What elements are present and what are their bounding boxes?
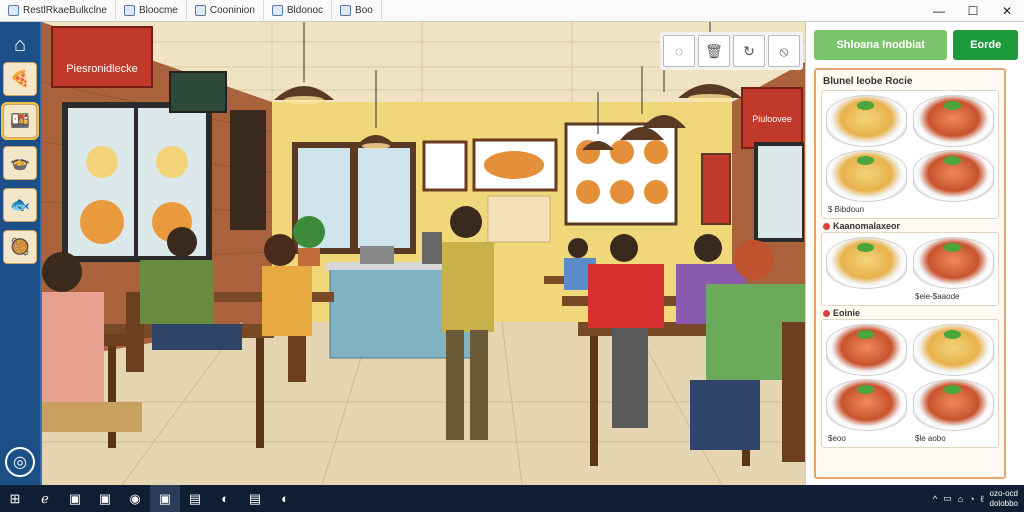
app-icon[interactable]: ▣: [60, 485, 90, 512]
restaurant-sign: Piesronidlecke: [66, 63, 138, 75]
tab-label: RestlRkaeBulkclne: [23, 5, 107, 16]
tray-expand-icon[interactable]: ^: [933, 494, 937, 504]
dish-item[interactable]: [913, 379, 994, 431]
tab-2[interactable]: Bloocme: [116, 0, 187, 22]
tab-label: Bldonoc: [286, 5, 324, 16]
network-icon[interactable]: ⌂: [958, 494, 963, 504]
pointer-icon[interactable]: ◌: [663, 35, 695, 67]
bowl-icon[interactable]: 🍲: [3, 146, 37, 180]
dish-price: [828, 292, 907, 301]
dish-item[interactable]: [913, 237, 994, 289]
menu-panel: Shloana Inodbiat Eorde Blunel leobe Roci…: [805, 22, 1024, 485]
close-button[interactable]: ✕: [990, 0, 1024, 22]
dish-item[interactable]: [826, 150, 907, 202]
document-icon: [123, 5, 135, 16]
rotate-icon[interactable]: ↻: [733, 35, 765, 67]
bullet-icon: [823, 222, 830, 230]
maximize-button[interactable]: ☐: [956, 0, 990, 22]
start-icon[interactable]: ⊞: [0, 485, 30, 512]
menu-section-2: $eie-$aaode: [821, 232, 999, 306]
tab-4[interactable]: Bldonoc: [264, 0, 333, 22]
volume-icon[interactable]: ◔: [969, 494, 974, 504]
meal-icon[interactable]: 🍱: [1, 102, 39, 140]
document-icon: [340, 5, 352, 16]
tab-3[interactable]: Cooninion: [187, 0, 264, 22]
order-button[interactable]: Eorde: [953, 30, 1018, 60]
menu-section-1: $ Bibdoun: [821, 90, 999, 219]
chrome-icon[interactable]: ◉: [120, 485, 150, 512]
document-icon: [8, 5, 19, 16]
dish-price: [915, 205, 994, 214]
browser-icon[interactable]: ◐: [210, 485, 240, 512]
clock[interactable]: ozo-ocd dolobbo: [990, 489, 1018, 509]
left-rail: ⌂ 🍕 🍱 🍲 🐟 🥘 ◎: [0, 22, 42, 485]
edge-icon[interactable]: ℯ: [30, 485, 60, 512]
tab-label: Bloocme: [138, 5, 178, 16]
app-icon[interactable]: ◐: [270, 485, 300, 512]
dish-item[interactable]: [826, 324, 907, 376]
app-icon[interactable]: ▣: [90, 485, 120, 512]
dish-price: $eie-$aaode: [915, 292, 960, 301]
tab-5[interactable]: Boo: [332, 0, 382, 22]
menu-title: Blunel leobe Rocie: [823, 76, 913, 87]
restaurant-illustration: Piesronidlecke Piuloovee: [42, 22, 805, 485]
right-sign: Piuloovee: [752, 114, 792, 124]
dish-item[interactable]: [913, 324, 994, 376]
scene-toolbar: ◌ 🗑 ↻ ⦸: [660, 32, 803, 70]
settings-icon[interactable]: ◎: [5, 447, 35, 477]
folder-icon[interactable]: ▤: [180, 485, 210, 512]
primary-action-button[interactable]: Shloana Inodbiat: [814, 30, 948, 60]
window-tab-bar: RestlRkaeBulkclne Bloocme Cooninion Bldo…: [0, 0, 1024, 22]
dish-item[interactable]: [826, 95, 907, 147]
document-icon: [271, 5, 283, 16]
panel-header: Shloana Inodbiat Eorde: [806, 22, 1024, 66]
tab-label: Boo: [355, 5, 373, 16]
menu-card: Blunel leobe Rocie $ Bibdoun Kaanomalaxe…: [814, 68, 1006, 479]
block-icon[interactable]: ⦸: [768, 35, 800, 67]
battery-icon[interactable]: ▭: [943, 493, 952, 504]
system-tray: ^ ▭ ⌂ ◔ ℓ ozo-ocd dolobbo: [933, 485, 1018, 512]
app-icon[interactable]: ▣: [150, 485, 180, 512]
pizza-icon[interactable]: 🍕: [3, 62, 37, 96]
dish-item[interactable]: [913, 150, 994, 202]
tab-label: Cooninion: [209, 5, 255, 16]
chef-icon[interactable]: 🐟: [3, 188, 37, 222]
dish-item[interactable]: [826, 379, 907, 431]
minimize-button[interactable]: —: [922, 0, 956, 22]
dish-item[interactable]: [913, 95, 994, 147]
bullet-icon: [823, 309, 830, 317]
section-title: Eoinie: [823, 308, 999, 318]
clock-date: dolobbo: [989, 498, 1018, 508]
section-title: Kaanomalaxeor: [823, 221, 999, 231]
language-icon[interactable]: ℓ: [981, 494, 984, 504]
menu-section-3: $eoo $le aobo: [821, 319, 999, 448]
dish-price: $le aobo: [915, 434, 946, 443]
soup-icon[interactable]: 🥘: [3, 230, 37, 264]
document-icon: [194, 5, 206, 16]
taskbar: ⊞ ℯ ▣ ▣ ◉ ▣ ▤ ◐ ▤ ◐ ^ ▭ ⌂ ◔ ℓ ozo-ocd do…: [0, 485, 1024, 512]
store-icon[interactable]: ▤: [240, 485, 270, 512]
home-icon[interactable]: ⌂: [3, 28, 37, 62]
dish-item[interactable]: [826, 237, 907, 289]
trash-icon[interactable]: 🗑: [698, 35, 730, 67]
dish-price: $ Bibdoun: [828, 205, 865, 214]
clock-time: ozo-ocd: [989, 488, 1018, 498]
dish-price: $eoo: [828, 434, 846, 443]
tab-1[interactable]: RestlRkaeBulkclne: [0, 0, 116, 22]
window-controls: — ☐ ✕: [922, 0, 1024, 22]
restaurant-scene: Piesronidlecke Piuloovee ◌ 🗑 ↻ ⦸: [42, 22, 805, 485]
